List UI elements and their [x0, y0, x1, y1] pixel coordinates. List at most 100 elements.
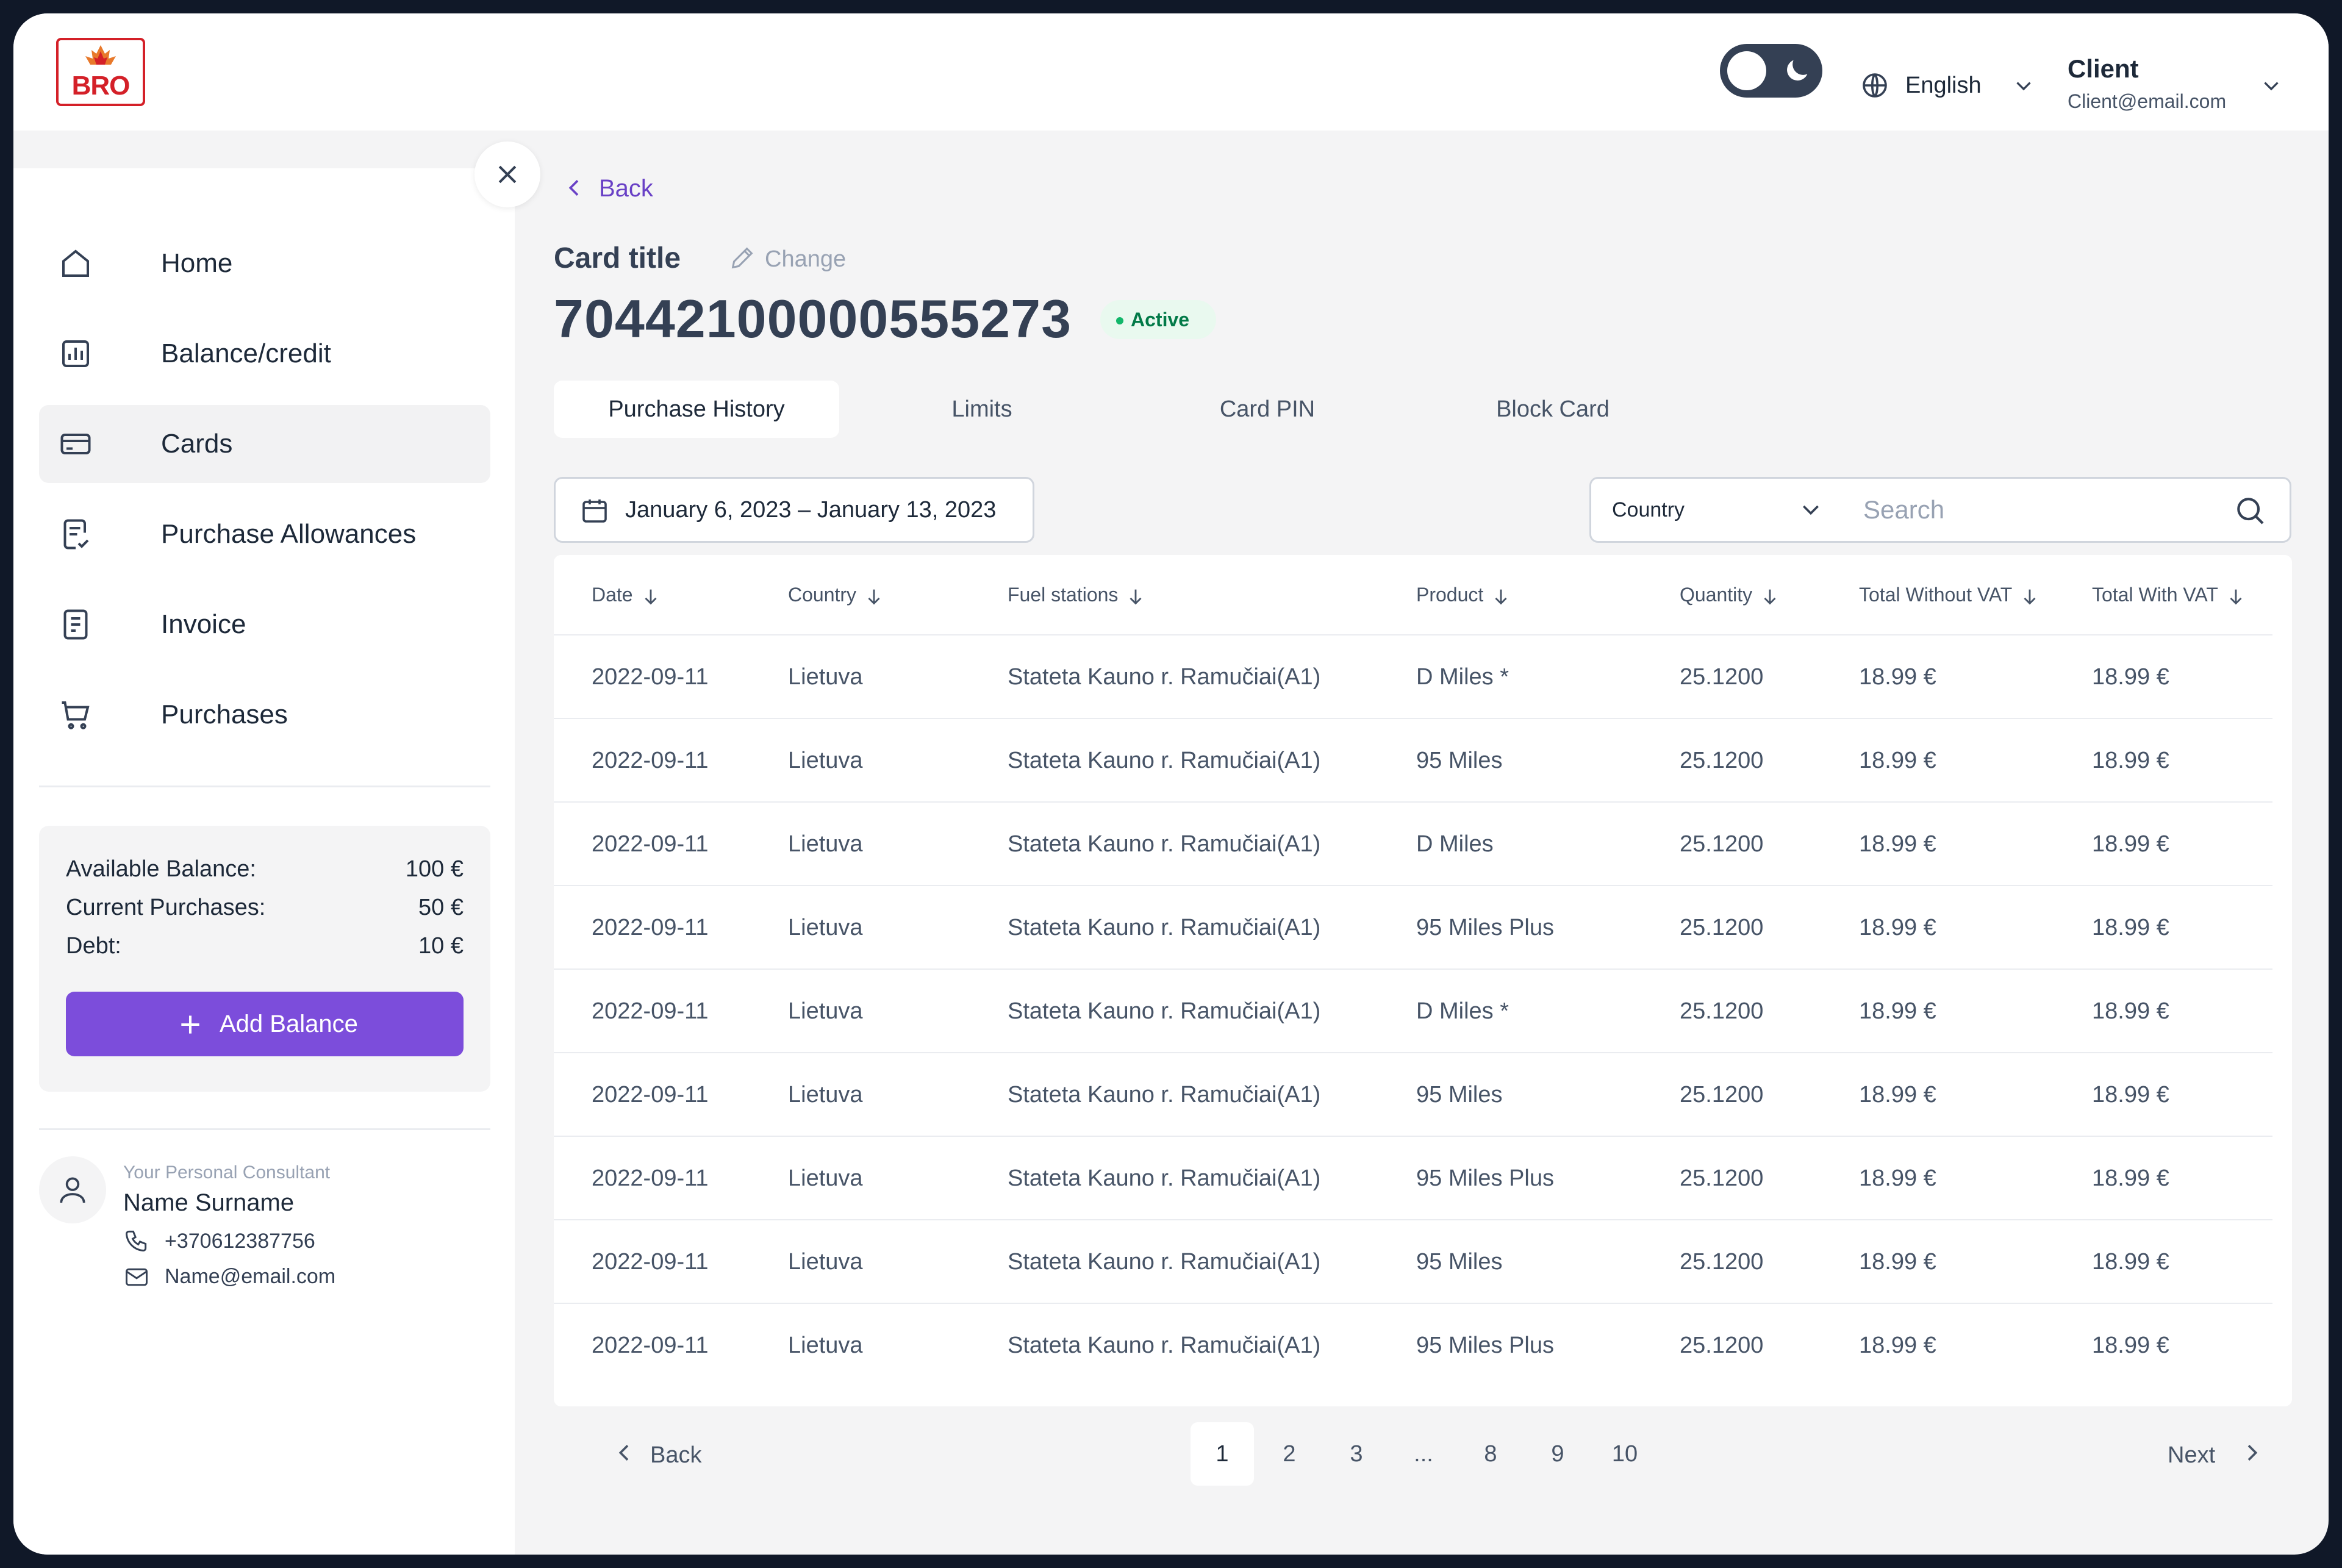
- column-header-fuel-stations[interactable]: Fuel stations: [1008, 555, 1146, 634]
- table-row[interactable]: 2022-09-11 Lietuva Stateta Kauno r. Ramuči…: [554, 634, 2272, 718]
- column-header-date[interactable]: Date: [592, 555, 661, 634]
- sort-arrow-icon: [1130, 589, 1142, 604]
- sidebar-top-strip: [13, 131, 515, 168]
- sidebar-item-label: Purchase Allowances: [161, 519, 417, 549]
- sidebar-item-invoice[interactable]: Invoice: [39, 585, 490, 664]
- card-number: 70442100000555273: [554, 288, 1072, 349]
- column-header-label: Quantity: [1680, 584, 1753, 606]
- sidebar-item-label: Home: [161, 248, 233, 278]
- sort-arrow-icon: [1764, 589, 1776, 604]
- date-range-value: January 6, 2023 – January 13, 2023: [625, 497, 997, 523]
- cell-total-without-vat: 18.99 €: [1859, 998, 1936, 1024]
- language-select[interactable]: English: [1905, 71, 1982, 100]
- consultant-phone[interactable]: +370612387756: [165, 1230, 315, 1253]
- cell-quantity: 25.1200: [1680, 998, 1764, 1024]
- sidebar-item-purchase-allowances[interactable]: Purchase Allowances: [39, 495, 490, 573]
- cell-total-with-vat: 18.99 €: [2092, 748, 2169, 773]
- column-header-total-without-vat[interactable]: Total Without VAT: [1859, 555, 2040, 634]
- home-icon: [62, 249, 89, 277]
- tab-limits[interactable]: Limits: [839, 381, 1125, 438]
- date-range-picker[interactable]: January 6, 2023 – January 13, 2023: [554, 477, 1034, 543]
- table-row[interactable]: 2022-09-11 Lietuva Stateta Kauno r. Ramuči…: [554, 1219, 2272, 1303]
- table-row[interactable]: 2022-09-11 Lietuva Stateta Kauno r. Ramuči…: [554, 718, 2272, 801]
- cell-quantity: 25.1200: [1680, 748, 1764, 773]
- chevron-left-icon: [618, 1445, 629, 1461]
- moon-icon: [1787, 60, 1808, 81]
- client-name[interactable]: Client: [2068, 54, 2139, 84]
- chevron-left-icon: [568, 180, 579, 196]
- close-sidebar-button[interactable]: [474, 141, 540, 207]
- page-button-9[interactable]: 9: [1526, 1422, 1589, 1486]
- sidebar-item-cards[interactable]: Cards: [39, 405, 490, 483]
- search-input[interactable]: [1863, 487, 2217, 532]
- theme-toggle[interactable]: [1720, 44, 1822, 98]
- page-button-3[interactable]: 3: [1325, 1422, 1388, 1486]
- column-header-label: Product: [1416, 584, 1484, 606]
- logo-text: BRO: [71, 71, 131, 101]
- tab-card-pin[interactable]: Card PIN: [1125, 381, 1410, 438]
- search-icon[interactable]: [2233, 493, 2267, 528]
- page-button-10[interactable]: 10: [1593, 1422, 1656, 1486]
- column-header-product[interactable]: Product: [1416, 555, 1511, 634]
- card-icon: [60, 434, 91, 454]
- cell-quantity: 25.1200: [1680, 915, 1764, 940]
- page-button-1[interactable]: 1: [1191, 1422, 1254, 1486]
- sidebar-item-label: Purchases: [161, 700, 288, 729]
- column-header-label: Total Without VAT: [1859, 584, 2013, 606]
- table-row[interactable]: 2022-09-11 Lietuva Stateta Kauno r. Ramuči…: [554, 1303, 2272, 1386]
- table-row[interactable]: 2022-09-11 Lietuva Stateta Kauno r. Ramuči…: [554, 801, 2272, 885]
- cell-total-with-vat: 18.99 €: [2092, 664, 2169, 690]
- globe-icon[interactable]: [1860, 71, 1889, 100]
- country-filter-select[interactable]: Country: [1589, 477, 1848, 543]
- table-row[interactable]: 2022-09-11 Lietuva Stateta Kauno r. Ramuči…: [554, 1136, 2272, 1219]
- purchase-history-table: Date Country Fuel stations Product Quant…: [554, 555, 2292, 1406]
- bro-logo[interactable]: BRO: [56, 38, 145, 106]
- cell-total-with-vat: 18.99 €: [2092, 1333, 2169, 1358]
- checklist-icon: [63, 519, 89, 550]
- cell-date: 2022-09-11: [592, 831, 709, 857]
- sort-arrow-icon: [2230, 589, 2242, 604]
- page-button-2[interactable]: 2: [1258, 1422, 1321, 1486]
- available-balance-label: Available Balance:: [66, 856, 256, 882]
- table-row[interactable]: 2022-09-11 Lietuva Stateta Kauno r. Ramuči…: [554, 968, 2272, 1052]
- search-box: [1846, 477, 2291, 543]
- tab-purchase-history[interactable]: Purchase History: [554, 381, 839, 438]
- column-header-country[interactable]: Country: [788, 555, 884, 634]
- table-row[interactable]: 2022-09-11 Lietuva Stateta Kauno r. Ramuči…: [554, 1052, 2272, 1136]
- cell-total-with-vat: 18.99 €: [2092, 1082, 2169, 1108]
- column-header-total-with-vat[interactable]: Total With VAT: [2092, 555, 2246, 634]
- status-label: Active: [1131, 309, 1190, 331]
- sidebar-item-label: Balance/credit: [161, 338, 331, 368]
- column-header-label: Country: [788, 584, 857, 606]
- add-balance-button[interactable]: Add Balance: [66, 992, 464, 1056]
- cell-fuel-station: Stateta Kauno r. Ramučiai(A1): [1008, 831, 1321, 857]
- plus-icon: [181, 1015, 199, 1034]
- page-button-8[interactable]: 8: [1459, 1422, 1522, 1486]
- cell-fuel-station: Stateta Kauno r. Ramučiai(A1): [1008, 664, 1321, 690]
- pencil-icon[interactable]: [728, 244, 756, 272]
- cell-product: D Miles: [1416, 831, 1494, 857]
- pagination-next-button[interactable]: Next: [2168, 1438, 2265, 1472]
- cell-total-without-vat: 18.99 €: [1859, 1082, 1936, 1108]
- cart-icon: [62, 701, 90, 729]
- sidebar-item-balance-credit[interactable]: Balance/credit: [39, 315, 490, 393]
- calendar-icon: [582, 499, 607, 523]
- chevron-down-icon[interactable]: [2260, 74, 2282, 96]
- chevron-down-icon[interactable]: [2013, 74, 2035, 96]
- cell-total-without-vat: 18.99 €: [1859, 748, 1936, 773]
- cell-date: 2022-09-11: [592, 664, 709, 690]
- column-header-quantity[interactable]: Quantity: [1680, 555, 1780, 634]
- cell-total-with-vat: 18.99 €: [2092, 998, 2169, 1024]
- cell-country: Lietuva: [788, 831, 863, 857]
- cell-total-with-vat: 18.99 €: [2092, 915, 2169, 940]
- consultant-email[interactable]: Name@email.com: [165, 1265, 335, 1289]
- consultant-avatar: [39, 1156, 106, 1223]
- sidebar-item-purchases[interactable]: Purchases: [39, 676, 490, 754]
- cell-date: 2022-09-11: [592, 915, 709, 940]
- chevron-down-icon: [1803, 505, 1819, 515]
- table-row[interactable]: 2022-09-11 Lietuva Stateta Kauno r. Ramuči…: [554, 885, 2272, 968]
- sidebar-item-home[interactable]: Home: [39, 224, 490, 303]
- tab-block-card[interactable]: Block Card: [1410, 381, 1696, 438]
- cell-date: 2022-09-11: [592, 998, 709, 1024]
- change-title-button[interactable]: Change: [765, 244, 846, 274]
